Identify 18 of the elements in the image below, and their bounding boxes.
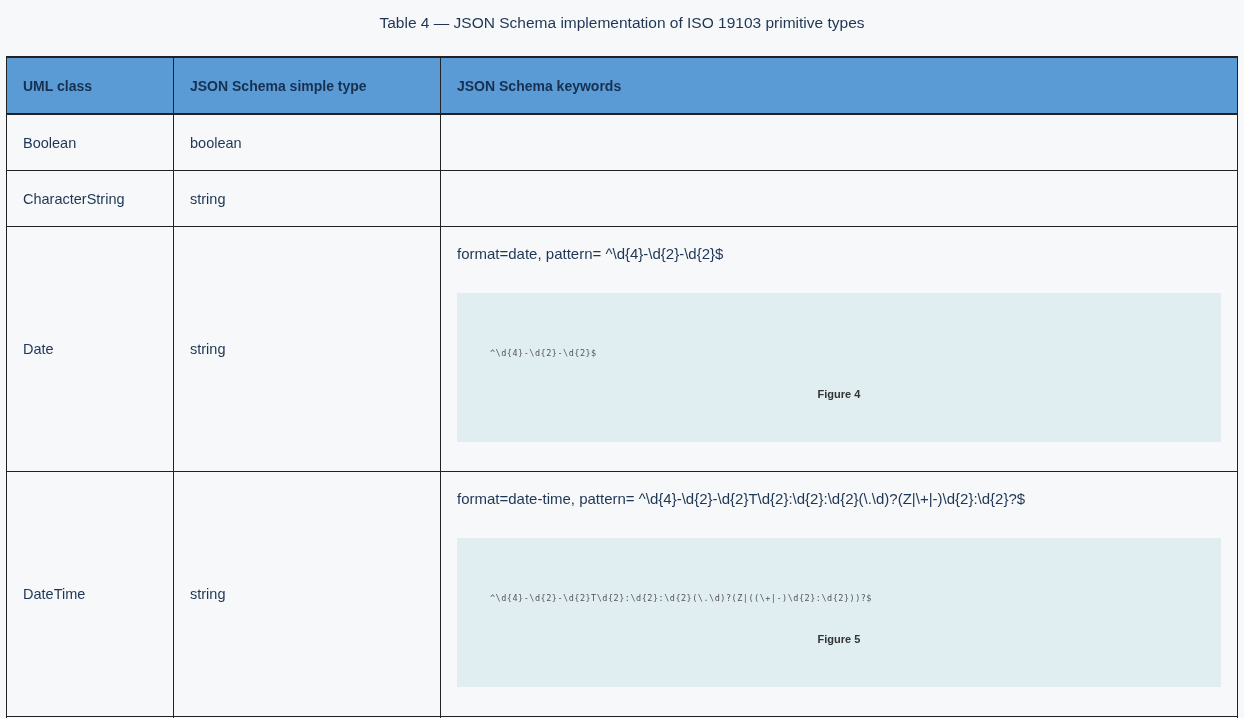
table-cell: Date	[23, 341, 54, 357]
table-cell: string	[190, 190, 226, 207]
table-cell: CharacterString	[23, 190, 125, 207]
table-cell: DateTime	[23, 586, 86, 602]
table-cell: Boolean	[23, 134, 77, 151]
column-header: JSON Schema simple type	[190, 77, 367, 94]
figure-caption: Figure 4	[817, 388, 861, 400]
code-snippet: ^\d{4}-\d{2}-\d{2}$	[490, 348, 597, 358]
table-cell: boolean	[190, 134, 242, 151]
keyword-text: format=date-time, pattern= ^\d{4}-\d{2}-\d{2}T\d{2}:\d{2}:\d{2}(\.\d)?(Z|\+|-)\d{2}:\d{2}?$	[457, 489, 1027, 509]
column-header: JSON Schema keywords	[457, 77, 622, 94]
figure-caption: Figure 5	[817, 633, 861, 645]
table-caption: Table 4 — JSON Schema implementation of ISO 19103 primitive types	[378, 13, 866, 33]
table-cell: string	[190, 586, 226, 602]
column-header: UML class	[23, 77, 92, 94]
keyword-text: format=date, pattern= ^\d{4}-\d{2}-\d{2}$	[457, 244, 725, 264]
table-cell: string	[190, 341, 226, 357]
code-snippet: ^\d{4}-\d{2}-\d{2}T\d{2}:\d{2}:\d{2}(\.\d)?(Z|((\+|-)\d{2}:\d{2}))?$	[490, 593, 872, 603]
